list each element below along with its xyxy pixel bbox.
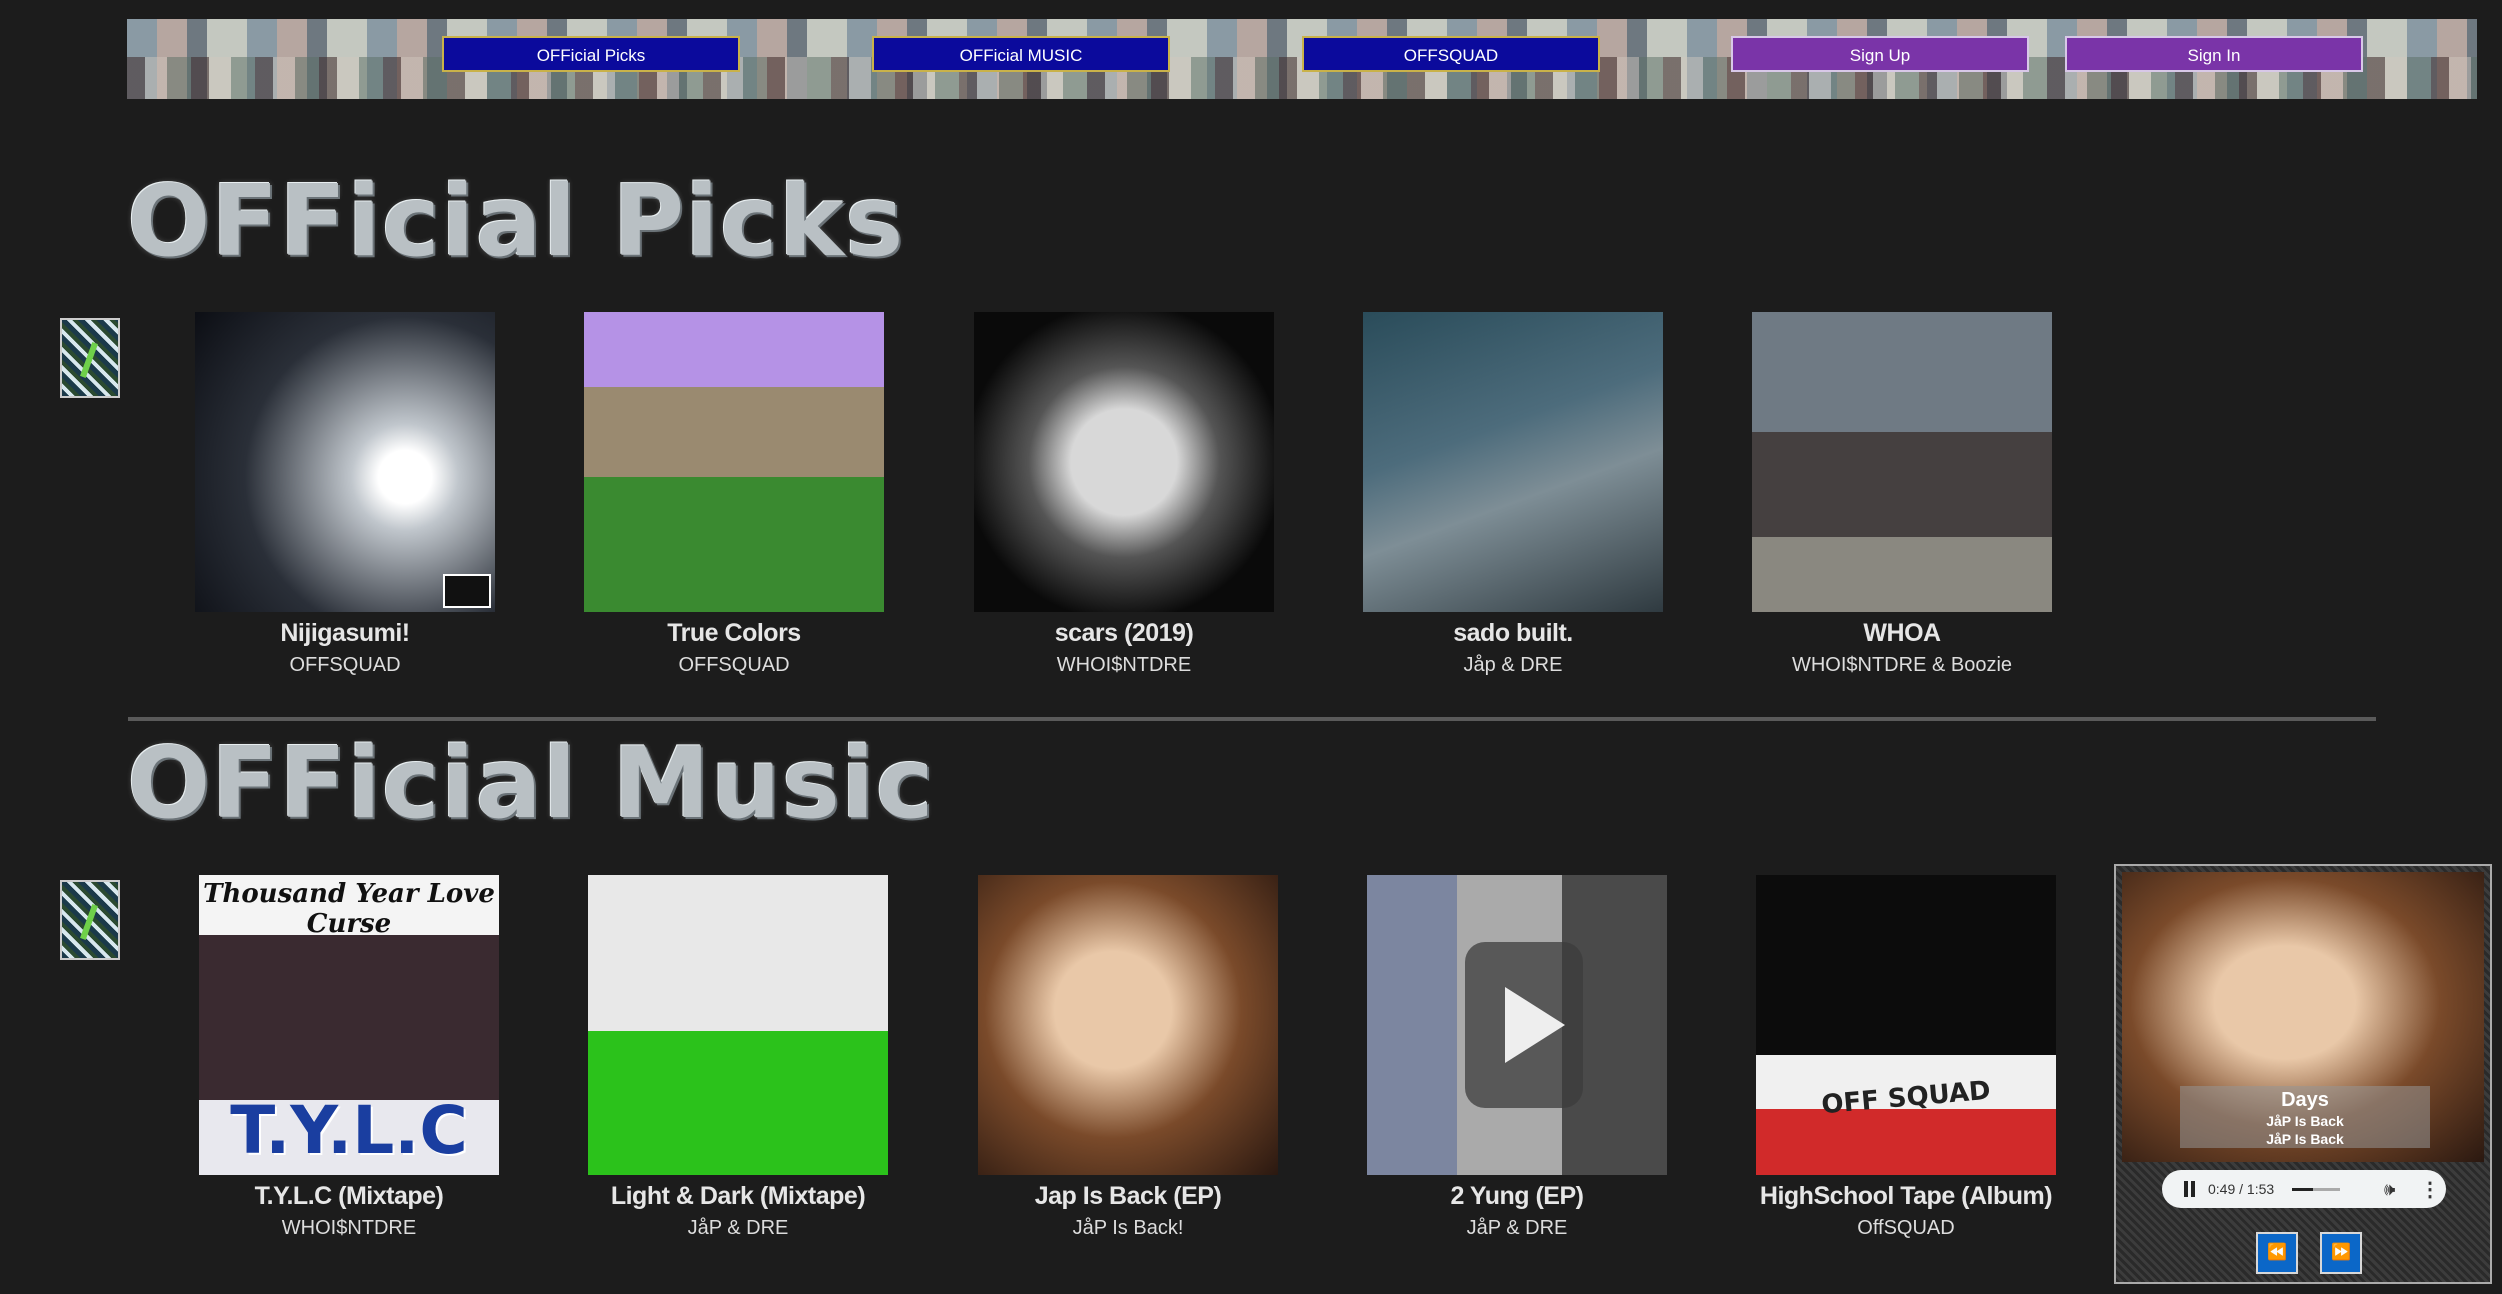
pick-card[interactable]: sado built. Jåp & DRE: [1363, 312, 1663, 677]
art-text: Thousand Year Love Curse: [203, 879, 495, 939]
album-art: [1752, 312, 2052, 612]
album-art: [978, 875, 1278, 1175]
nav-offsquad[interactable]: OFFSQUAD: [1302, 36, 1600, 72]
music-card[interactable]: 2 Yung (EP) JåP & DRE: [1367, 875, 1667, 1240]
play-button[interactable]: [1465, 942, 1583, 1108]
card-artist: Jåp & DRE: [1463, 654, 1563, 676]
glitch-logo-icon[interactable]: [60, 318, 120, 398]
card-artist: WHOI$NTDRE: [1056, 654, 1192, 676]
album-art: OFF SQUAD: [1756, 875, 2056, 1175]
music-card[interactable]: OFF SQUAD HighSchool Tape (Album) OffSQU…: [1756, 875, 2056, 1240]
music-card[interactable]: Light & Dark (Mixtape) JåP & DRE: [588, 875, 888, 1240]
card-artist: WHOI$NTDRE & Boozie: [1791, 654, 2013, 676]
now-playing-artist: JåP Is Back: [2266, 1113, 2344, 1129]
rewind-icon: ⏪: [2267, 1244, 2287, 1261]
fast-forward-button[interactable]: ⏩: [2320, 1232, 2362, 1274]
card-title: True Colors: [667, 619, 801, 647]
section-divider: [128, 717, 2376, 721]
card-artist: OFFSQUAD: [289, 654, 401, 676]
pick-card[interactable]: Nijigasumi! OFFSQUAD: [195, 312, 495, 677]
more-options-icon[interactable]: ⋮: [2420, 1177, 2440, 1202]
card-title: Jap Is Back (EP): [1034, 1182, 1222, 1210]
card-artist: JåP Is Back!: [1072, 1217, 1184, 1239]
section-title-picks: OFFicial Picks: [127, 165, 905, 279]
art-text: OFF SQUAD: [1820, 1075, 1992, 1121]
now-playing-info: Days JåP Is Back JåP Is Back: [2180, 1086, 2430, 1148]
pause-icon[interactable]: [2184, 1181, 2196, 1197]
music-card[interactable]: Thousand Year Love Curse T.Y.L.C T.Y.L.C…: [199, 875, 499, 1240]
volume-icon[interactable]: 🕪: [2384, 1179, 2395, 1200]
seek-bar[interactable]: [2292, 1188, 2340, 1191]
album-art: [588, 875, 888, 1175]
play-icon: [1505, 987, 1565, 1063]
album-art: Thousand Year Love Curse T.Y.L.C: [199, 875, 499, 1175]
album-art: [195, 312, 495, 612]
card-artist: JåP & DRE: [687, 1217, 789, 1239]
album-art: [584, 312, 884, 612]
card-title: WHOA: [1863, 619, 1941, 647]
nav-official-music[interactable]: OFFicial MUSIC: [872, 36, 1170, 72]
card-title: 2 Yung (EP): [1450, 1182, 1584, 1210]
playback-time: 0:49 / 1:53: [2208, 1181, 2275, 1197]
album-art: [1367, 875, 1667, 1175]
now-playing-title: Days: [2281, 1089, 2329, 1111]
card-title: HighSchool Tape (Album): [1759, 1182, 2053, 1210]
album-art: [974, 312, 1274, 612]
seek-progress: [2292, 1188, 2313, 1191]
nav-official-picks[interactable]: OFFicial Picks: [442, 36, 740, 72]
pick-card[interactable]: scars (2019) WHOI$NTDRE: [974, 312, 1274, 677]
card-artist: WHOI$NTDRE: [281, 1217, 417, 1239]
pick-card[interactable]: True Colors OFFSQUAD: [584, 312, 884, 677]
card-title: T.Y.L.C (Mixtape): [254, 1182, 444, 1210]
card-title: Light & Dark (Mixtape): [610, 1182, 866, 1210]
audio-controls: 0:49 / 1:53 🕪 ⋮: [2162, 1170, 2446, 1208]
sign-in-button[interactable]: Sign In: [2065, 36, 2363, 72]
card-title: sado built.: [1453, 619, 1573, 647]
fast-forward-icon: ⏩: [2331, 1244, 2351, 1261]
now-playing-artist: JåP Is Back: [2266, 1131, 2344, 1147]
card-artist: OFFSQUAD: [678, 654, 790, 676]
card-artist: OffSQUAD: [1857, 1217, 1955, 1239]
rewind-button[interactable]: ⏪: [2256, 1232, 2298, 1274]
section-title-music: OFFicial Music: [127, 727, 935, 841]
art-text: T.Y.L.C: [230, 1092, 468, 1169]
parental-advisory-icon: [443, 574, 491, 608]
sign-up-button[interactable]: Sign Up: [1731, 36, 2029, 72]
music-card[interactable]: Jap Is Back (EP) JåP Is Back!: [978, 875, 1278, 1240]
mini-player: Days JåP Is Back JåP Is Back 0:49 / 1:53…: [2114, 864, 2492, 1284]
card-artist: JåP & DRE: [1466, 1217, 1568, 1239]
card-title: Nijigasumi!: [280, 619, 410, 647]
card-title: scars (2019): [1054, 619, 1194, 647]
top-nav-bar: OFFicial Picks OFFicial MUSIC OFFSQUAD S…: [127, 19, 2477, 99]
album-art: [1363, 312, 1663, 612]
glitch-logo-icon[interactable]: [60, 880, 120, 960]
pick-card[interactable]: WHOA WHOI$NTDRE & Boozie: [1752, 312, 2052, 677]
